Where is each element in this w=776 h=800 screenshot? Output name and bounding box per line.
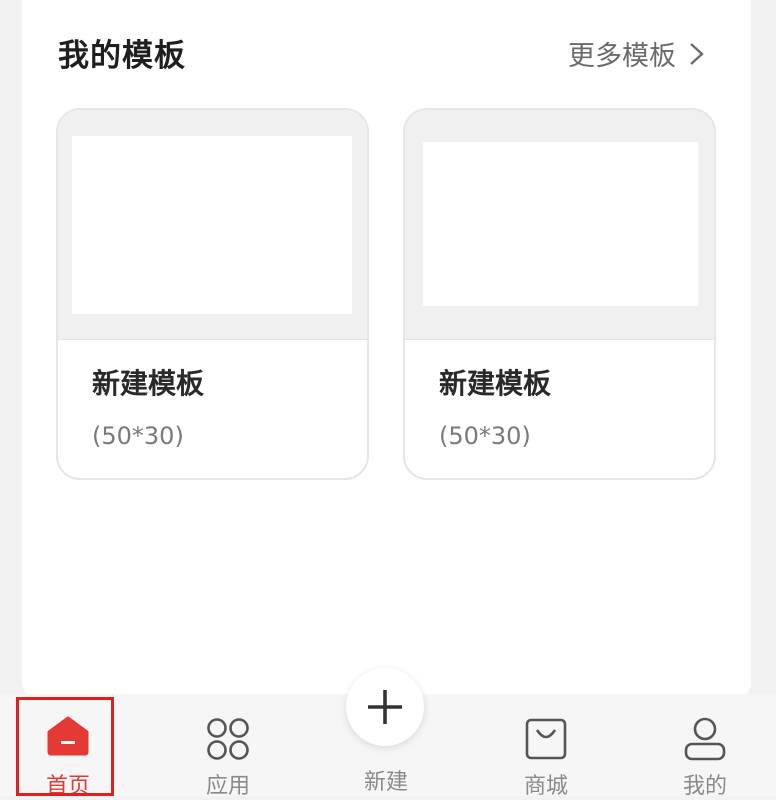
template-name: 新建模板	[439, 367, 552, 400]
template-size: (50*30)	[92, 422, 184, 450]
template-size: (50*30)	[439, 422, 531, 450]
user-icon	[684, 717, 726, 761]
tab-mall-label: 商城	[523, 774, 568, 799]
apps-grid-icon	[207, 718, 249, 760]
tab-apps[interactable]: 应用	[168, 694, 288, 799]
template-label-preview	[72, 136, 352, 314]
template-card[interactable]: 新建模板 (50*30)	[403, 108, 716, 480]
plus-icon	[368, 690, 402, 724]
section-title: 我的模板	[58, 38, 186, 74]
tab-mine-label: 我的	[682, 774, 727, 799]
more-templates-link[interactable]: 更多模板	[568, 34, 708, 73]
tab-mall[interactable]: 商城	[486, 694, 606, 799]
home-icon	[47, 716, 89, 756]
template-label-preview	[423, 142, 698, 306]
shopping-bag-icon	[525, 718, 567, 760]
tab-apps-label: 应用	[205, 774, 250, 799]
tab-home[interactable]: 首页	[8, 694, 128, 799]
more-templates-label: 更多模板	[568, 41, 676, 72]
template-name: 新建模板	[92, 367, 205, 400]
tab-mine[interactable]: 我的	[645, 694, 765, 799]
new-button-label: 新建	[363, 770, 408, 795]
template-card[interactable]: 新建模板 (50*30)	[56, 108, 369, 480]
tab-home-label: 首页	[45, 774, 90, 799]
new-button[interactable]	[346, 668, 424, 746]
chevron-right-icon	[690, 42, 704, 65]
